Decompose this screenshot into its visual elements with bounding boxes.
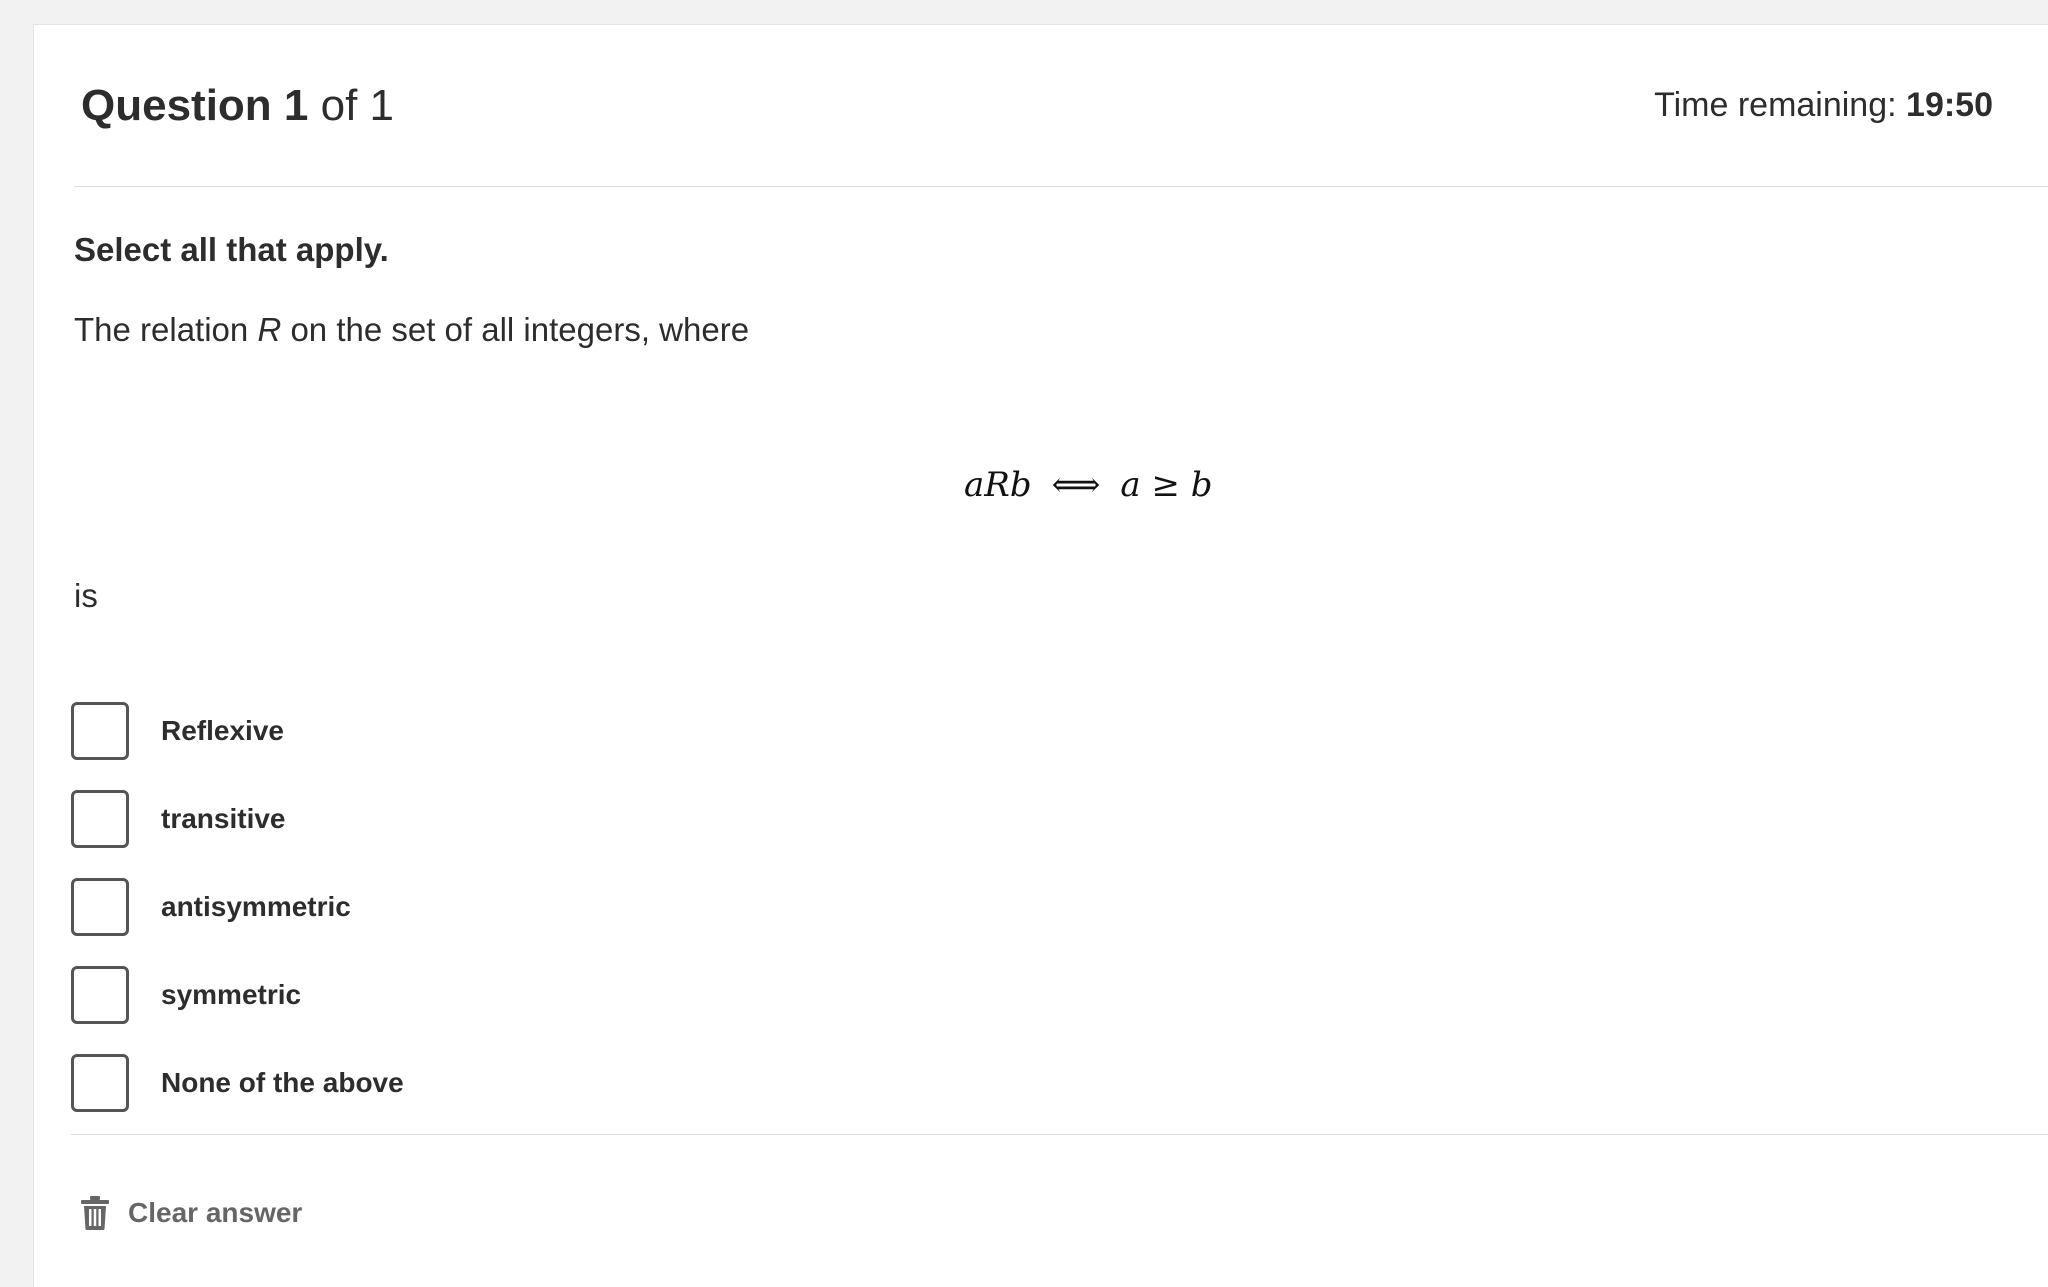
- timer: Time remaining: 19:50: [1654, 85, 1993, 126]
- math-rhs: a ≥ b: [1120, 465, 1213, 505]
- clear-answer-label: Clear answer: [128, 1197, 303, 1228]
- prompt-after: on the set of all integers, where: [281, 311, 750, 348]
- option-label: antisymmetric: [161, 891, 351, 922]
- question-total: of 1: [320, 81, 395, 130]
- checkbox[interactable]: [71, 878, 129, 936]
- question-number: 1: [283, 81, 309, 130]
- footer-divider: [71, 1134, 2048, 1135]
- checkbox[interactable]: [71, 790, 129, 848]
- option-label: transitive: [161, 803, 286, 834]
- option-transitive[interactable]: transitive: [71, 775, 404, 863]
- timer-label: Time remaining:: [1654, 86, 1897, 124]
- math-operator: ⟺: [1051, 465, 1101, 505]
- option-label: Reflexive: [161, 715, 284, 746]
- option-antisymmetric[interactable]: antisymmetric: [71, 863, 404, 951]
- question-word: Question: [81, 81, 272, 130]
- checkbox[interactable]: [71, 1054, 129, 1112]
- option-label: symmetric: [161, 979, 302, 1010]
- timer-value: 19:50: [1906, 86, 1993, 124]
- question-header: Question 1 of 1 Time remaining: 19:50: [34, 25, 2048, 187]
- option-label: None of the above: [161, 1067, 404, 1098]
- header-divider: [74, 186, 2048, 187]
- instruction-text: Select all that apply.: [74, 231, 389, 268]
- question-title: Question 1 of 1: [81, 80, 394, 133]
- option-symmetric[interactable]: symmetric: [71, 951, 404, 1039]
- checkbox[interactable]: [71, 702, 129, 760]
- question-card: Question 1 of 1 Time remaining: 19:50 Se…: [33, 24, 2048, 1287]
- answer-options: Reflexive transitive antisymmetric symme…: [71, 687, 404, 1127]
- trash-icon: [80, 1195, 110, 1231]
- option-none-of-the-above[interactable]: None of the above: [71, 1039, 404, 1127]
- checkbox[interactable]: [71, 966, 129, 1024]
- question-prompt: The relation R on the set of all integer…: [74, 311, 749, 349]
- prompt-before: The relation: [74, 311, 258, 348]
- math-expression: aRb ⟺ a ≥ b: [964, 465, 1213, 505]
- clear-answer-button[interactable]: Clear answer: [80, 1195, 302, 1231]
- math-lhs: aRb: [964, 465, 1032, 505]
- option-reflexive[interactable]: Reflexive: [71, 687, 404, 775]
- prompt-tail: is: [74, 577, 98, 614]
- prompt-variable: R: [257, 311, 282, 348]
